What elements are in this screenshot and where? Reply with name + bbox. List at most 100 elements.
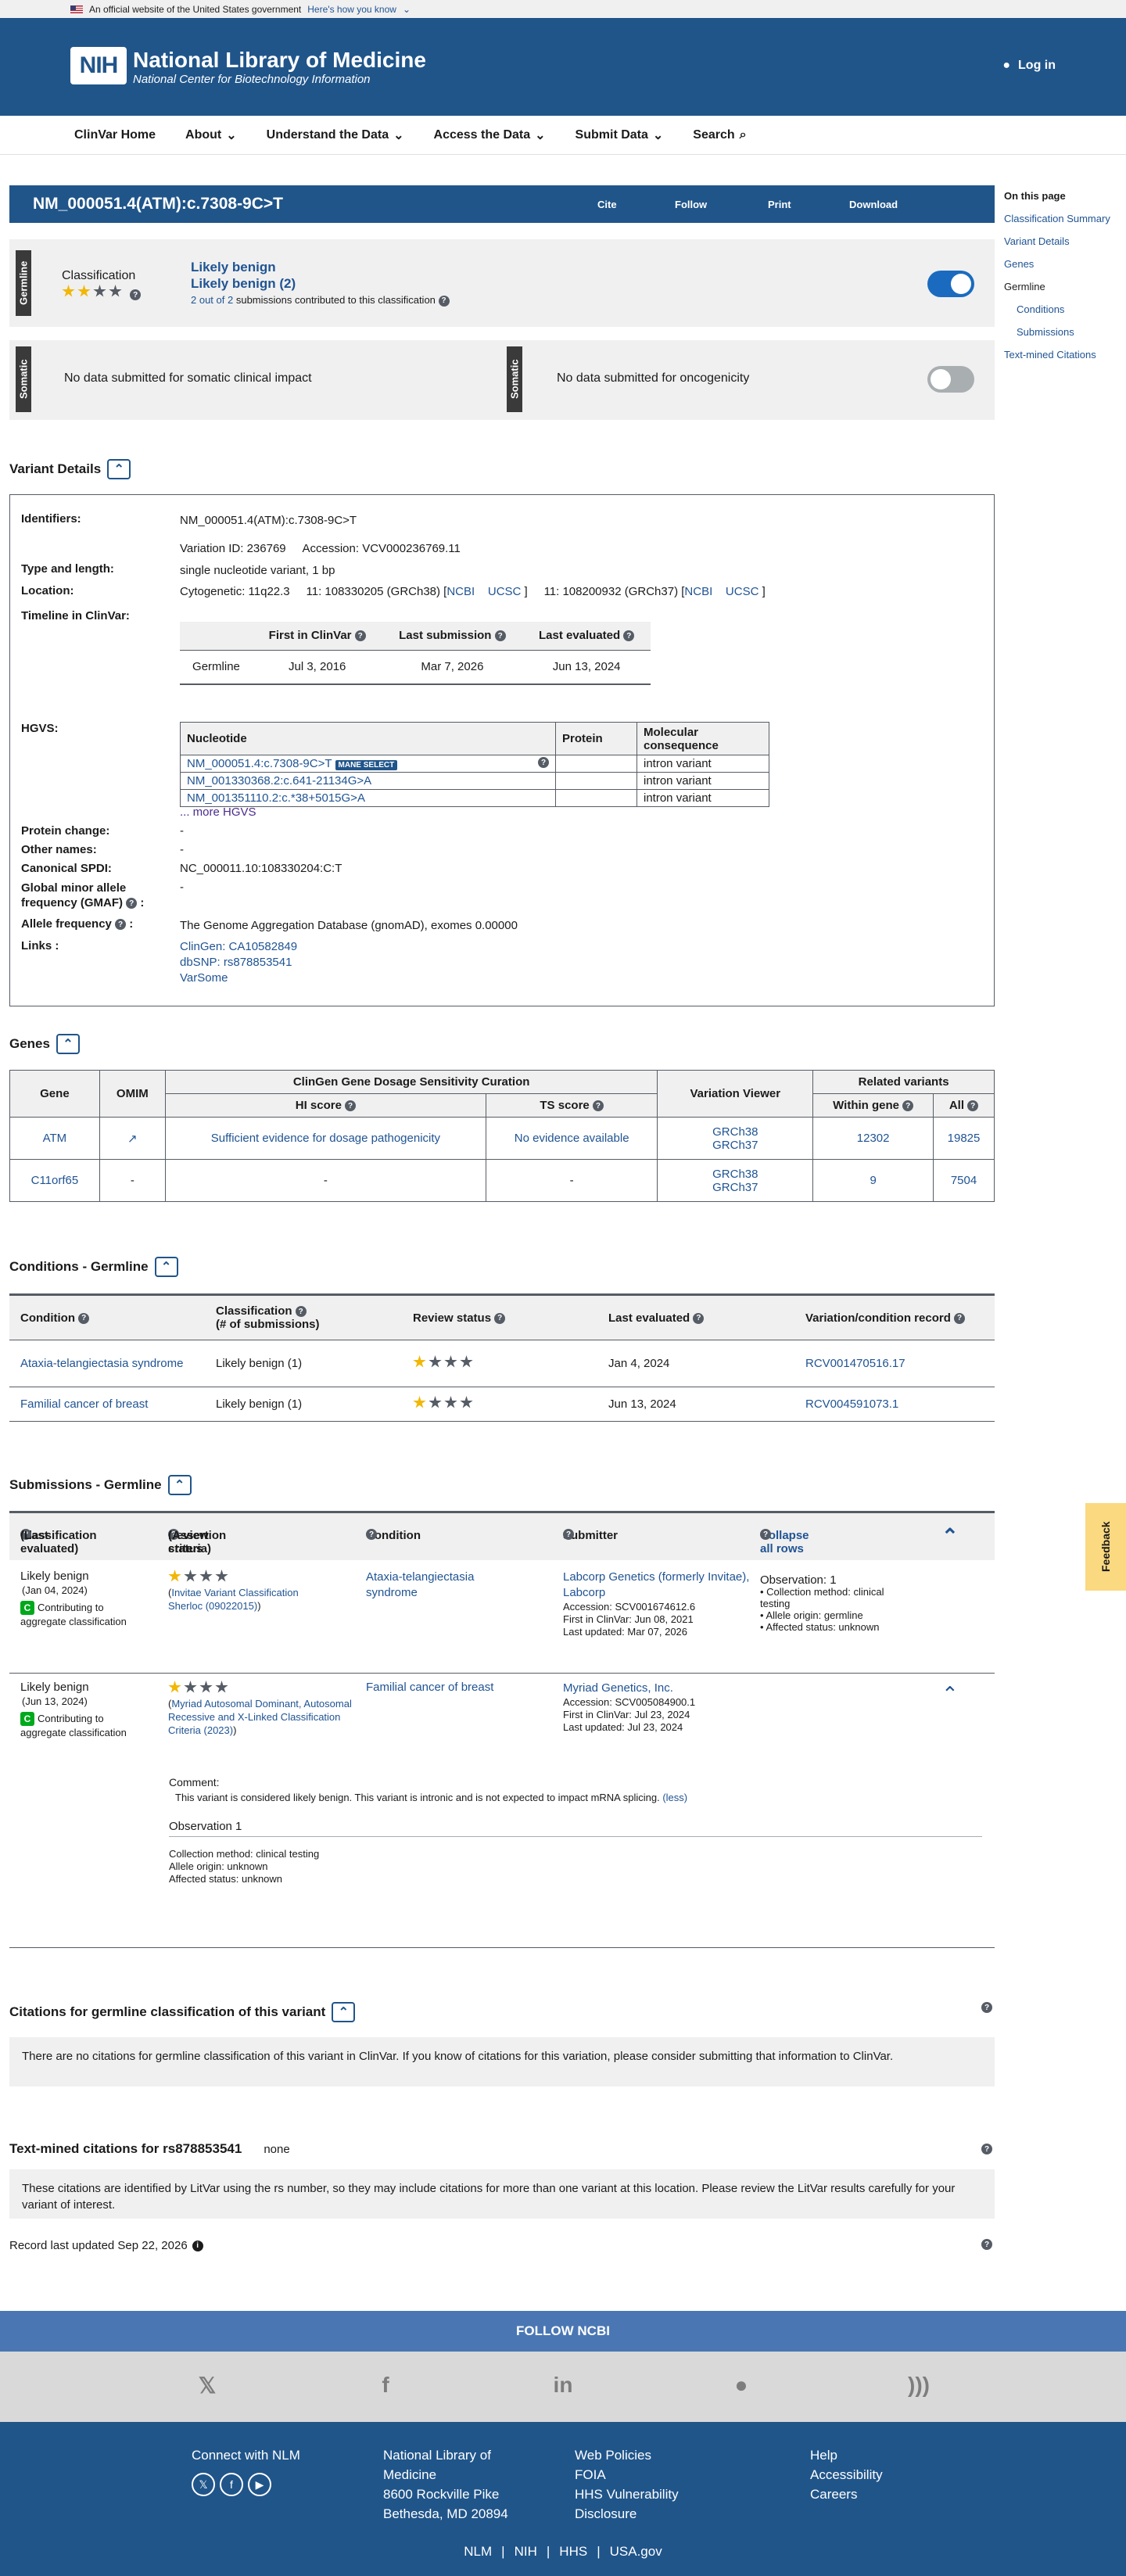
nav-understand-data[interactable]: Understand the Data ⌄ (267, 127, 404, 143)
contributing-link[interactable]: 2 out of 2 (191, 294, 233, 306)
within-gene-link[interactable]: 9 (870, 1174, 876, 1187)
hi-score-link[interactable]: Sufficient evidence for dosage pathogeni… (211, 1132, 440, 1145)
info-icon[interactable]: i (192, 2240, 203, 2251)
collapse-icon[interactable]: ⌃ (167, 1475, 192, 1495)
help-icon[interactable]: ? (115, 919, 127, 931)
nav-search[interactable]: Search ⌕ (693, 128, 746, 142)
help-icon[interactable]: ? (954, 1312, 966, 1324)
gene-link[interactable]: ATM (43, 1132, 67, 1145)
chevron-up-icon[interactable]: ⌃ (941, 1682, 959, 1706)
help-icon[interactable]: ? (967, 1100, 979, 1112)
help-icon[interactable]: ? (130, 289, 142, 301)
collapse-icon[interactable]: ⌃ (107, 459, 131, 479)
external-link-icon[interactable]: ↗ (127, 1132, 138, 1146)
ts-score-link[interactable]: No evidence available (515, 1132, 629, 1145)
foia-link[interactable]: FOIA (575, 2465, 679, 2485)
help-icon[interactable]: ? (295, 1306, 307, 1318)
less-link[interactable]: (less) (662, 1792, 687, 1803)
varsome-link[interactable]: VarSome (180, 971, 228, 985)
site-title[interactable]: National Library of Medicine (133, 48, 426, 73)
help-icon[interactable]: ? (126, 898, 138, 909)
nav-about[interactable]: About ⌄ (185, 127, 237, 143)
help-icon[interactable]: ? (538, 757, 549, 768)
toc-genes[interactable]: Genes (1004, 258, 1034, 270)
feedback-button[interactable]: Feedback (1085, 1503, 1126, 1591)
submitter-link[interactable]: Myriad Genetics, Inc. (563, 1681, 673, 1695)
help-link[interactable]: Help (810, 2445, 883, 2465)
usagov-link[interactable]: USA.gov (610, 2544, 662, 2560)
nav-clinvar-home[interactable]: ClinVar Home (74, 128, 156, 142)
help-icon[interactable]: ? (981, 2239, 992, 2250)
careers-link[interactable]: Careers (810, 2485, 883, 2504)
help-icon[interactable]: ? (354, 630, 366, 642)
submitter-link[interactable]: Labcorp Genetics (formerly Invitae), Lab… (563, 1570, 749, 1599)
hhs-vulnerability-link[interactable]: HHS Vulnerability (575, 2485, 679, 2504)
x-twitter-icon[interactable]: 𝕏 (195, 2373, 219, 2398)
somatic-toggle[interactable] (927, 366, 974, 393)
nih-logo[interactable]: NIH (70, 47, 127, 84)
ncbi-link-37[interactable]: NCBI (684, 585, 712, 598)
germline-toggle[interactable] (927, 271, 974, 297)
hgvs-nucleotide-link[interactable]: NM_001330368.2:c.641-21134G>A (187, 774, 371, 788)
toc-submissions[interactable]: Submissions (1017, 326, 1074, 338)
hhs-link[interactable]: HHS (559, 2544, 587, 2560)
toc-conditions[interactable]: Conditions (1017, 303, 1064, 315)
rcv-link[interactable]: RCV004591073.1 (805, 1397, 898, 1411)
youtube-icon[interactable]: ▶ (248, 2473, 271, 2496)
rss-icon[interactable]: ))) (907, 2373, 931, 2397)
heres-how-you-know-link[interactable]: Here's how you know (307, 4, 396, 15)
gene-link[interactable]: C11orf65 (31, 1174, 79, 1187)
login-button[interactable]: ● Log in (1002, 59, 1056, 73)
condition-link[interactable]: Familial cancer of breast (366, 1681, 493, 1694)
toc-classification-summary[interactable]: Classification Summary (1004, 213, 1110, 224)
assertion-criteria-link[interactable]: Invitae Variant Classification Sherloc (… (168, 1587, 299, 1612)
help-icon[interactable]: ? (981, 2144, 992, 2154)
dbsnp-link[interactable]: dbSNP: rs878853541 (180, 956, 292, 969)
all-variants-link[interactable]: 19825 (948, 1132, 981, 1145)
collapse-icon[interactable]: ⌃ (154, 1257, 178, 1277)
toc-variant-details[interactable]: Variant Details (1004, 235, 1070, 247)
grch37-link[interactable]: GRCh37 (712, 1181, 758, 1194)
help-icon[interactable]: ? (345, 1100, 357, 1112)
facebook-icon[interactable]: f (220, 2473, 243, 2496)
help-icon[interactable]: ? (981, 2002, 992, 2013)
grch38-link[interactable]: GRCh38 (712, 1125, 758, 1139)
condition-link[interactable]: Ataxia-telangiectasia syndrome (366, 1570, 474, 1599)
help-icon[interactable]: ? (438, 295, 450, 307)
nlm-link[interactable]: NLM (464, 2544, 492, 2560)
help-icon[interactable]: ? (693, 1312, 705, 1324)
help-icon[interactable]: ? (366, 1529, 377, 1540)
accessibility-link[interactable]: Accessibility (810, 2465, 883, 2485)
assertion-criteria-link[interactable]: Myriad Autosomal Dominant, Autosomal Rec… (168, 1698, 352, 1736)
rcv-link[interactable]: RCV001470516.17 (805, 1357, 905, 1370)
facebook-icon[interactable]: f (374, 2373, 397, 2397)
more-hgvs-link[interactable]: ... more HGVS (180, 805, 256, 819)
web-policies-link[interactable]: Web Policies (575, 2445, 679, 2465)
help-icon[interactable]: ? (902, 1100, 914, 1112)
download-button[interactable]: Download (849, 199, 898, 210)
toc-text-mined-citations[interactable]: Text-mined Citations (1004, 349, 1096, 361)
cite-button[interactable]: Cite (597, 199, 617, 210)
clingen-link[interactable]: ClinGen: CA10582849 (180, 940, 297, 953)
chevron-up-icon[interactable]: ⌃ (941, 1524, 959, 1548)
help-icon[interactable]: ? (563, 1529, 574, 1540)
x-twitter-icon[interactable]: 𝕏 (192, 2473, 215, 2496)
print-button[interactable]: Print (768, 199, 791, 210)
help-icon[interactable]: ? (623, 630, 635, 642)
hgvs-nucleotide-link[interactable]: NM_001351110.2:c.*38+5015G>A (187, 791, 365, 805)
collapse-icon[interactable]: ⌃ (332, 2002, 356, 2022)
classification-count[interactable]: Likely benign (2) (191, 276, 296, 292)
nav-submit-data[interactable]: Submit Data ⌄ (576, 127, 664, 143)
help-icon[interactable]: ? (760, 1529, 771, 1540)
nih-link[interactable]: NIH (515, 2544, 537, 2560)
ncbi-link-38[interactable]: NCBI (446, 585, 475, 598)
condition-link[interactable]: Ataxia-telangiectasia syndrome (20, 1357, 183, 1370)
help-icon[interactable]: ? (592, 1100, 604, 1112)
github-icon[interactable]: ● (730, 2373, 753, 2397)
linkedin-icon[interactable]: in (551, 2373, 575, 2397)
help-icon[interactable]: ? (78, 1312, 90, 1324)
ucsc-link-38[interactable]: UCSC (488, 585, 522, 598)
collapse-icon[interactable]: ⌃ (56, 1034, 80, 1054)
condition-link[interactable]: Familial cancer of breast (20, 1397, 148, 1411)
help-icon[interactable]: ? (494, 1312, 506, 1324)
